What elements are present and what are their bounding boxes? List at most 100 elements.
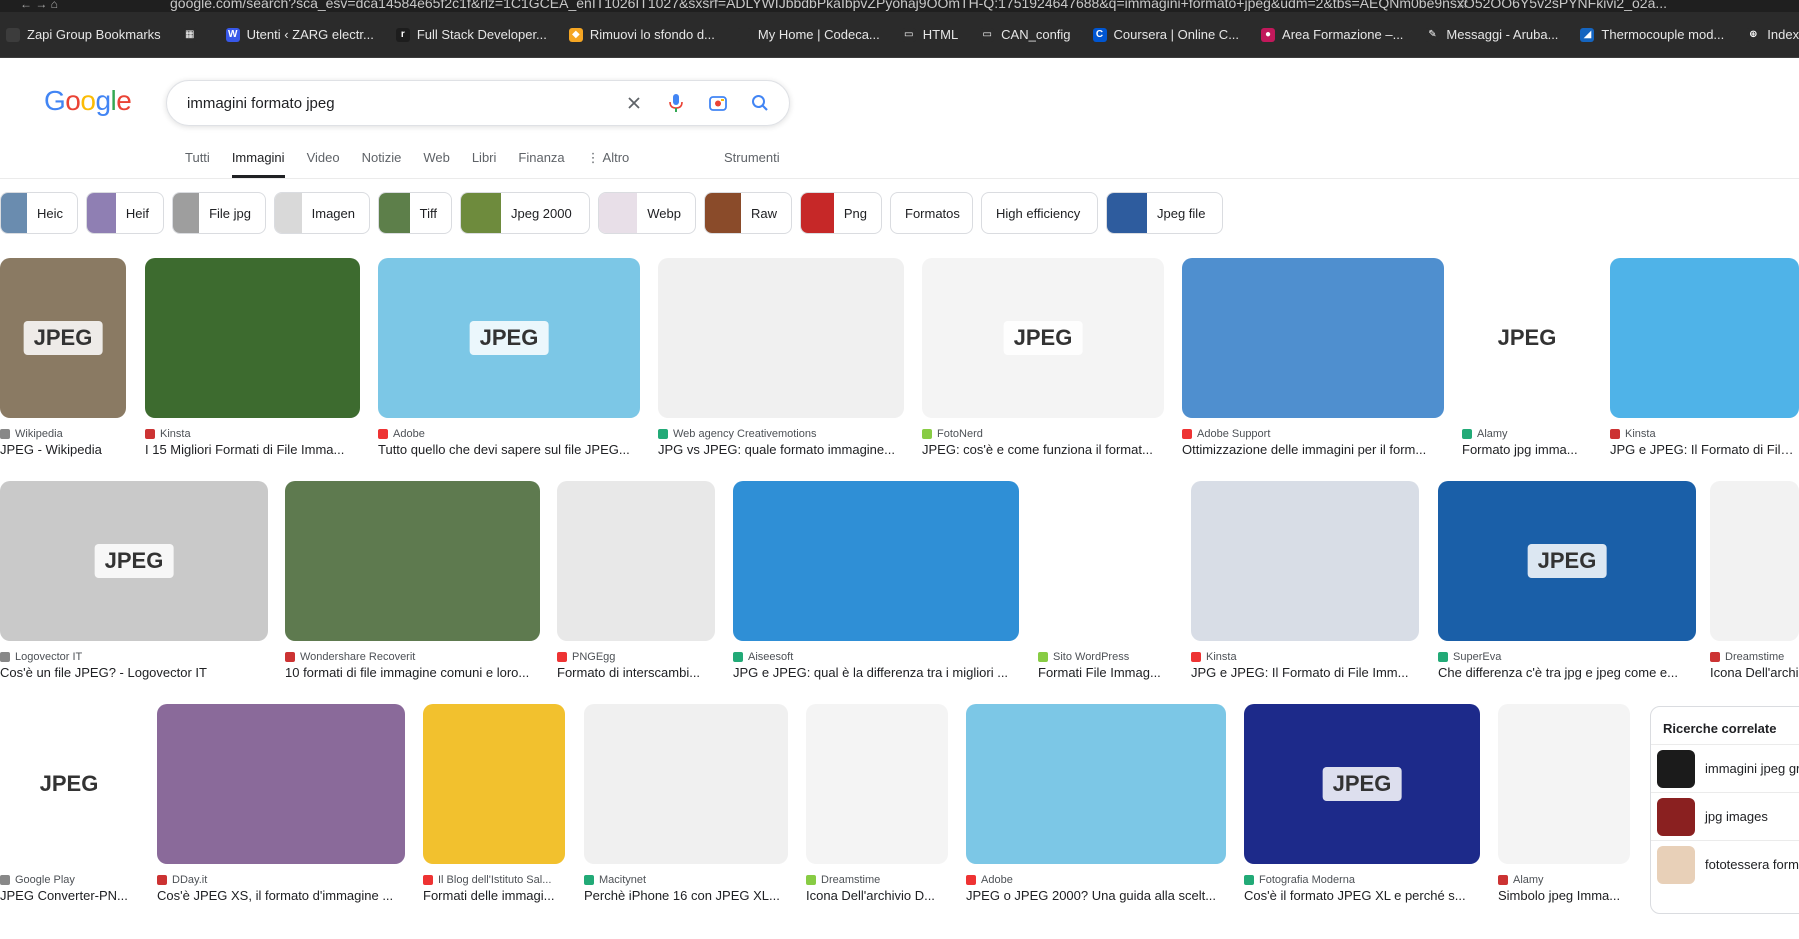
result-source[interactable]: Adobe [966,874,1226,886]
result-source[interactable]: Wondershare Recoverit [285,651,540,663]
bookmark-item[interactable]: C Coursera | Online C... [1092,27,1239,42]
filter-chip[interactable]: Png [800,192,882,234]
tab-video[interactable]: Video [307,150,340,178]
tab-tutti[interactable]: Tutti [185,150,210,178]
result-source[interactable]: DDay.it [157,874,405,886]
filter-chip[interactable]: Webp [598,192,696,234]
result-thumbnail[interactable] [1038,481,1172,641]
bookmark-item[interactable]: r Full Stack Developer... [395,27,547,42]
result-source[interactable]: Dreamstime [806,874,948,886]
result-caption[interactable]: JPG e JPEG: Il Formato di File In [1610,442,1799,457]
filter-chip[interactable]: Heic [0,192,78,234]
result-caption[interactable]: 10 formati di file immagine comuni e lor… [285,665,540,680]
result-thumbnail[interactable]: JPEG [922,258,1164,418]
result-caption[interactable]: Perchè iPhone 16 con JPEG XL... [584,888,788,903]
related-search-item[interactable]: fototessera form [1651,840,1799,888]
result-thumbnail[interactable] [557,481,715,641]
filter-chip[interactable]: Jpeg 2000 [460,192,590,234]
result-caption[interactable]: JPG e JPEG: qual è la differenza tra i m… [733,665,1019,680]
result-caption[interactable]: Formati File Immag... [1038,665,1172,680]
result-source[interactable]: Logovector IT [0,651,268,663]
result-source[interactable]: Adobe [378,428,640,440]
bookmark-item[interactable]: ◢ Thermocouple mod... [1580,27,1724,42]
result-source[interactable]: Google Play [0,874,138,886]
related-search-item[interactable]: immagini jpeg gr [1651,744,1799,792]
search-box[interactable] [166,80,790,126]
result-caption[interactable]: Icona Dell'archi [1710,665,1799,680]
tools-button[interactable]: Strumenti [724,150,780,165]
tab-altro[interactable]: ⋮ Altro [587,150,630,178]
result-thumbnail[interactable] [157,704,405,864]
result-caption[interactable]: Tutto quello che devi sapere sul file JP… [378,442,640,457]
result-caption[interactable]: Simbolo jpeg Imma... [1498,888,1630,903]
nav-icons[interactable]: ← → ⌂ [20,0,58,11]
result-source[interactable]: Dreamstime [1710,651,1799,663]
result-source[interactable]: Web agency Creativemotions [658,428,904,440]
bookmark-item[interactable]: Zapi Group Bookmarks [6,27,161,42]
result-caption[interactable]: JPEG: cos'è e come funziona il format... [922,442,1164,457]
bookmark-item[interactable]: ▦ [182,27,204,42]
bookmark-star-icon[interactable]: ☆ [1456,0,1469,12]
filter-chip[interactable]: Imagen [274,192,370,234]
result-thumbnail[interactable] [966,704,1226,864]
filter-chip[interactable]: Raw [704,192,792,234]
result-thumbnail[interactable] [285,481,540,641]
result-thumbnail[interactable] [1710,481,1799,641]
result-caption[interactable]: JPEG - Wikipedia [0,442,126,457]
result-caption[interactable]: Ottimizzazione delle immagini per il for… [1182,442,1444,457]
result-caption[interactable]: Cos'è JPEG XS, il formato d'immagine ... [157,888,405,903]
result-source[interactable]: PNGEgg [557,651,715,663]
result-thumbnail[interactable] [806,704,948,864]
bookmark-item[interactable]: ✎ Messaggi - Aruba... [1425,27,1558,42]
tab-notizie[interactable]: Notizie [362,150,402,178]
tab-finanza[interactable]: Finanza [518,150,564,178]
result-thumbnail[interactable] [1191,481,1419,641]
result-thumbnail[interactable] [658,258,904,418]
result-thumbnail[interactable] [584,704,788,864]
result-caption[interactable]: Formato di interscambi... [557,665,715,680]
address-bar[interactable]: ← → ⌂ google.com/search?sca_esv=dca14584… [0,0,1799,12]
clear-icon[interactable] [623,92,645,114]
result-thumbnail[interactable]: JPEG [1438,481,1696,641]
bookmark-item[interactable]: ▭ HTML [901,27,958,42]
result-source[interactable]: Kinsta [1191,651,1419,663]
filter-chip[interactable]: File jpg [172,192,266,234]
result-caption[interactable]: Che differenza c'è tra jpg e jpeg come e… [1438,665,1696,680]
result-source[interactable]: Aiseesoft [733,651,1019,663]
result-thumbnail[interactable]: JPEG [0,704,138,864]
bookmark-item[interactable]: ▭ CAN_config [980,27,1071,42]
result-thumbnail[interactable]: JPEG [1462,258,1592,418]
result-source[interactable]: FotoNerd [922,428,1164,440]
result-thumbnail[interactable]: JPEG [0,258,126,418]
result-source[interactable]: Alamy [1498,874,1630,886]
result-thumbnail[interactable] [1610,258,1799,418]
filter-chip[interactable]: Heif [86,192,164,234]
result-source[interactable]: Wikipedia [0,428,126,440]
tab-web[interactable]: Web [423,150,450,178]
result-caption[interactable]: JPG vs JPEG: quale formato immagine... [658,442,904,457]
result-caption[interactable]: Cos'è un file JPEG? - Logovector IT [0,665,268,680]
result-caption[interactable]: Formati delle immagi... [423,888,565,903]
result-thumbnail[interactable]: JPEG [378,258,640,418]
result-thumbnail[interactable]: JPEG [0,481,268,641]
filter-chip[interactable]: Formatos [890,192,973,234]
filter-chip[interactable]: High efficiency [981,192,1098,234]
result-source[interactable]: Sito WordPress [1038,651,1172,663]
result-caption[interactable]: I 15 Migliori Formati di File Imma... [145,442,360,457]
bookmark-item[interactable]: W Utenti ‹ ZARG electr... [225,27,374,42]
result-caption[interactable]: Formato jpg imma... [1462,442,1592,457]
tab-immagini[interactable]: Immagini [231,150,285,178]
bookmark-item[interactable]: ⊕ Index of / [1746,27,1799,42]
result-source[interactable]: SuperEva [1438,651,1696,663]
result-caption[interactable]: JPG e JPEG: Il Formato di File Imm... [1191,665,1419,680]
filter-chip[interactable]: Tiff [378,192,452,234]
url-text[interactable]: google.com/search?sca_esv=dca14584e65f2c… [170,0,1667,11]
related-search-item[interactable]: jpg images [1651,792,1799,840]
tab-libri[interactable]: Libri [472,150,497,178]
bookmark-item[interactable]: ● Area Formazione –... [1261,27,1403,42]
google-logo[interactable]: Google [44,85,132,117]
result-thumbnail[interactable] [1182,258,1444,418]
result-source[interactable]: Il Blog dell'Istituto Sal... [423,874,565,886]
search-input[interactable] [187,94,627,112]
result-caption[interactable]: Cos'è il formato JPEG XL e perché s... [1244,888,1480,903]
